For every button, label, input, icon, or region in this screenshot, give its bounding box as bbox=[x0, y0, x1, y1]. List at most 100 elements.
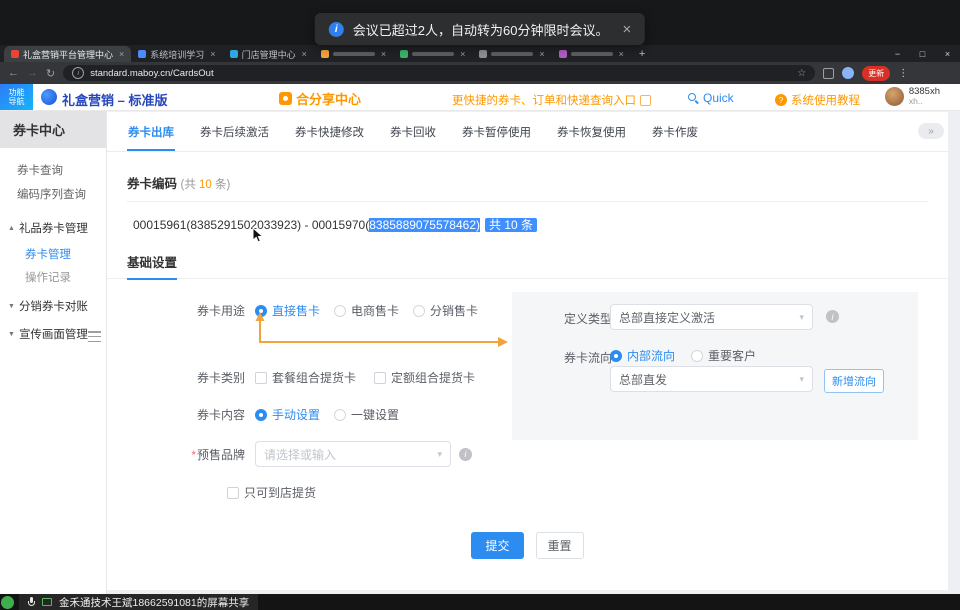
back-button[interactable]: ← bbox=[8, 67, 19, 79]
collapse-icon: ▼ bbox=[8, 303, 15, 310]
tab-card-void[interactable]: 券卡作废 bbox=[651, 124, 699, 151]
radio-one-click-setup[interactable]: 一键设置 bbox=[334, 406, 399, 423]
new-tab-button[interactable]: + bbox=[639, 48, 645, 60]
tab-close-icon[interactable]: × bbox=[302, 49, 307, 59]
code-count: (共 10 条) bbox=[181, 179, 231, 191]
form-row-brand: *预售品牌 请选择或输入 ▾ i bbox=[187, 441, 472, 467]
tab-card-activate[interactable]: 券卡后续激活 bbox=[199, 124, 270, 151]
checkbox-icon bbox=[374, 372, 386, 384]
browser-tab[interactable]: 系统培训学习 × bbox=[131, 46, 222, 62]
code-section-title: 券卡编码 (共 10 条) bbox=[127, 173, 230, 192]
tab-favicon bbox=[321, 50, 329, 58]
code-section-label: 券卡编码 bbox=[127, 177, 177, 191]
maximize-button[interactable]: □ bbox=[910, 49, 935, 59]
quick-link[interactable]: Quick bbox=[688, 91, 734, 105]
radio-distribution-sale[interactable]: 分销售卡 bbox=[413, 302, 478, 319]
tab-card-resume[interactable]: 券卡恢复使用 bbox=[556, 124, 627, 151]
radio-direct-sale[interactable]: 直接售卡 bbox=[255, 302, 320, 319]
browser-tab[interactable]: × bbox=[552, 46, 631, 62]
minimize-button[interactable]: − bbox=[885, 49, 910, 59]
toast-close-button[interactable]: × bbox=[622, 21, 631, 38]
flow-radio-internal[interactable]: 内部流向 bbox=[610, 347, 675, 364]
site-info-icon[interactable]: i bbox=[72, 67, 84, 79]
quick-entry-link[interactable]: 更快捷的券卡、订单和快递查询入口 bbox=[452, 92, 651, 108]
browser-tab-active[interactable]: 礼盒营销平台管理中心 × bbox=[4, 46, 131, 62]
tab-close-icon[interactable]: × bbox=[210, 49, 215, 59]
tab-title-placeholder bbox=[412, 52, 454, 56]
radio-icon bbox=[610, 350, 622, 362]
user-info[interactable]: 8385xh xh.. bbox=[885, 87, 940, 106]
browser-tab[interactable]: × bbox=[314, 46, 393, 62]
code-count-badge: 共 10 条 bbox=[485, 218, 537, 232]
tab-card-pause[interactable]: 券卡暂停使用 bbox=[461, 124, 532, 151]
quick-entry-icon bbox=[640, 95, 651, 106]
brand-placeholder: 请选择或输入 bbox=[264, 446, 336, 463]
type-label: 定义类型 bbox=[564, 310, 612, 327]
sidebar-group-label: 礼品券卡管理 bbox=[19, 220, 88, 236]
window-close-button[interactable]: × bbox=[935, 49, 960, 59]
sidebar-collapse-toggle[interactable] bbox=[88, 331, 101, 342]
sidebar-item-code-sequence-query[interactable]: 编码序列查询 bbox=[0, 182, 106, 206]
checkbox-store-pickup-only[interactable]: 只可到店提货 bbox=[227, 484, 316, 501]
sidebar-item-card-query[interactable]: 券卡查询 bbox=[0, 158, 106, 182]
reload-button[interactable]: ↻ bbox=[46, 67, 55, 80]
info-icon[interactable]: i bbox=[826, 310, 839, 323]
tab-close-icon[interactable]: × bbox=[619, 49, 624, 59]
tutorial-link[interactable]: ? 系统使用教程 bbox=[775, 92, 860, 108]
radio-manual-setup[interactable]: 手动设置 bbox=[255, 406, 320, 423]
sidebar-group-gift-card[interactable]: ▲ 礼品券卡管理 bbox=[0, 216, 106, 240]
mic-icon[interactable] bbox=[28, 597, 35, 608]
checkbox-fixed-combo-card[interactable]: 定额组合提货卡 bbox=[374, 369, 475, 386]
browser-tab[interactable]: × bbox=[472, 46, 551, 62]
checkbox-icon bbox=[227, 487, 239, 499]
radio-ecommerce-sale[interactable]: 电商售卡 bbox=[334, 302, 399, 319]
divider bbox=[127, 201, 928, 202]
browser-tab[interactable]: 门店管理中心 × bbox=[223, 46, 314, 62]
nav-drawer-button[interactable]: 功能 导航 bbox=[0, 84, 33, 110]
user-avatar[interactable] bbox=[885, 87, 904, 106]
bookmark-star-icon[interactable]: ☆ bbox=[797, 68, 806, 79]
sidebar: 券卡中心 券卡查询 编码序列查询 ▲ 礼品券卡管理 券卡管理 操作记录 ▼ 分销… bbox=[0, 110, 107, 594]
tab-title: 系统培训学习 bbox=[150, 48, 204, 61]
submit-button[interactable]: 提交 bbox=[471, 532, 523, 559]
browser-profile-icon[interactable] bbox=[842, 67, 854, 79]
tab-close-icon[interactable]: × bbox=[119, 49, 124, 59]
flow-radio-vip[interactable]: 重要客户 bbox=[691, 347, 756, 364]
share-center-link[interactable]: 合分享中心 bbox=[279, 89, 361, 108]
browser-tab[interactable]: × bbox=[393, 46, 472, 62]
tab-card-outbound[interactable]: 券卡出库 bbox=[127, 124, 175, 151]
screen-share-icon[interactable] bbox=[42, 598, 52, 606]
tab-favicon bbox=[559, 50, 567, 58]
sidebar-group-distribution[interactable]: ▼ 分销券卡对账 bbox=[0, 294, 106, 318]
checkbox-package-combo-card[interactable]: 套餐组合提货卡 bbox=[255, 369, 356, 386]
direct-select[interactable]: 总部直发 ▾ bbox=[610, 366, 813, 392]
code-count-number: 10 bbox=[199, 179, 212, 191]
brand-select[interactable]: 请选择或输入 ▾ bbox=[255, 441, 451, 467]
panel-collapse-button[interactable]: » bbox=[918, 123, 944, 139]
tab-close-icon[interactable]: × bbox=[539, 49, 544, 59]
tab-card-recycle[interactable]: 券卡回收 bbox=[389, 124, 437, 151]
type-select[interactable]: 总部直接定义激活 ▾ bbox=[610, 304, 813, 330]
brand-label-text: 预售品牌 bbox=[197, 448, 245, 462]
screen-share-bar: 金禾通技术王斌18662591081的屏幕共享 bbox=[0, 594, 960, 610]
toast-text: 会议已超过2人，自动转为60分钟限时会议。 bbox=[353, 20, 609, 39]
direct-select-value: 总部直发 bbox=[619, 371, 667, 388]
magnifier-icon bbox=[688, 93, 699, 104]
extensions-icon[interactable] bbox=[823, 68, 834, 79]
sidebar-item-operation-log[interactable]: 操作记录 bbox=[0, 265, 106, 289]
omnibox[interactable]: i standard.maboy.cn/CardsOut ☆ bbox=[63, 65, 815, 81]
tab-close-icon[interactable]: × bbox=[460, 49, 465, 59]
forward-button[interactable]: → bbox=[27, 67, 38, 79]
reset-button[interactable]: 重置 bbox=[536, 532, 584, 559]
add-flow-button[interactable]: 新增流向 bbox=[824, 369, 884, 393]
menu-button[interactable]: ⋮ bbox=[898, 68, 908, 79]
tab-close-icon[interactable]: × bbox=[381, 49, 386, 59]
sidebar-item-card-manage[interactable]: 券卡管理 bbox=[0, 242, 106, 266]
code-count-suffix: 条) bbox=[212, 179, 231, 191]
option-label: 电商售卡 bbox=[351, 302, 399, 319]
usage-label: 券卡用途 bbox=[187, 302, 245, 319]
info-icon[interactable]: i bbox=[459, 448, 472, 461]
tab-card-quick-edit[interactable]: 券卡快捷修改 bbox=[294, 124, 365, 151]
update-button[interactable]: 更新 bbox=[862, 66, 890, 81]
quick-label: Quick bbox=[703, 91, 734, 105]
